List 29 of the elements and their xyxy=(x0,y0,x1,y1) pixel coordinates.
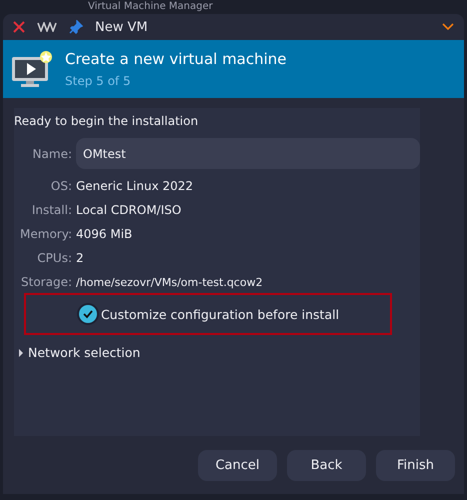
pin-icon[interactable] xyxy=(69,20,83,34)
monitor-icon xyxy=(11,50,53,88)
dialog-button[interactable]: Back xyxy=(287,450,366,481)
triangle-icon xyxy=(18,348,24,356)
customize-checkbox[interactable]: Customize configuration before install xyxy=(76,303,340,325)
dialog-button[interactable]: Cancel xyxy=(198,450,277,481)
field-value: /home/sezovr/VMs/om-test.qcow2 xyxy=(76,276,264,288)
window-title: New VM xyxy=(95,20,149,34)
section-heading: Ready to begin the installation xyxy=(14,113,200,128)
field-label: Storage: xyxy=(20,275,72,289)
field-label: CPUs: xyxy=(36,251,72,265)
field-value: Generic Linux 2022 xyxy=(76,179,194,193)
close-icon[interactable] xyxy=(13,21,25,33)
app-icon xyxy=(37,22,57,32)
background-window-title: Virtual Machine Manager xyxy=(88,1,213,13)
field-value: Local CDROM/ISO xyxy=(76,203,182,217)
field-label: OS: xyxy=(50,179,72,193)
name-field[interactable]: OMtest xyxy=(76,138,420,169)
field-label: Install: xyxy=(30,203,72,217)
dialog-button[interactable]: Finish xyxy=(376,450,455,481)
field-value: 4096 MiB xyxy=(76,227,134,241)
step-indicator: Step 5 of 5 xyxy=(65,74,132,88)
field-value: 2 xyxy=(76,251,85,265)
chevron-down-icon[interactable] xyxy=(442,23,454,31)
banner-title: Create a new virtual machine xyxy=(65,50,287,68)
field-label: Memory: xyxy=(19,227,72,241)
field-label: Name: xyxy=(32,146,72,160)
network-expander[interactable]: Network selection xyxy=(18,345,420,360)
check-icon xyxy=(78,305,97,323)
